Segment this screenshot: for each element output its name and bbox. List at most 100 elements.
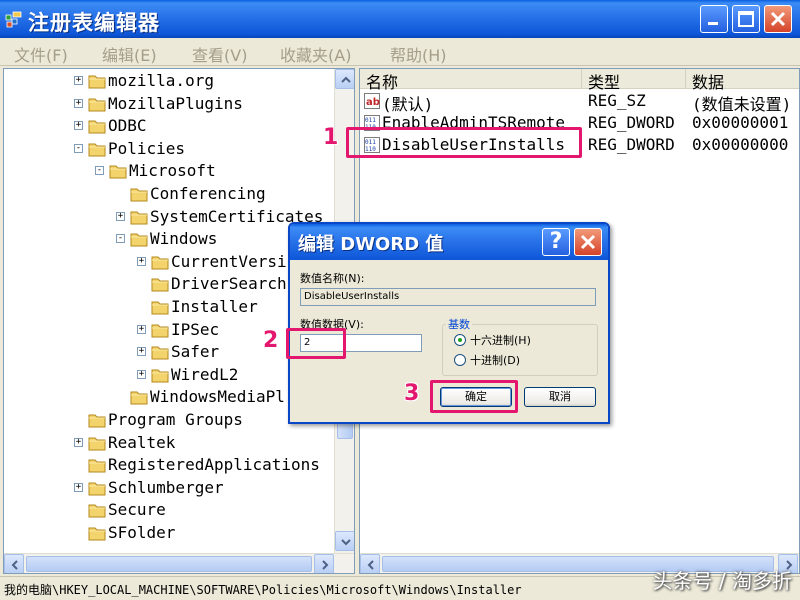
tree-node-label: mozilla.org: [108, 71, 214, 90]
help-icon: ?: [549, 229, 563, 254]
expand-node-icon[interactable]: +: [74, 76, 83, 85]
watermark: 头条号 / 淘多折: [652, 569, 792, 593]
arrow-up-icon: [341, 76, 351, 83]
menu-edit[interactable]: 编辑(E): [102, 42, 157, 66]
folder-icon: [88, 143, 106, 157]
expand-node-icon[interactable]: +: [74, 482, 83, 492]
tree-node-label: SFolder: [108, 523, 176, 542]
folder-icon: [151, 324, 169, 338]
tree-scroll-down-button[interactable]: [335, 531, 354, 551]
decimal-radio-label[interactable]: 十进制(D): [470, 352, 520, 368]
expand-node-icon[interactable]: +: [116, 211, 125, 221]
decimal-radio[interactable]: [454, 354, 466, 366]
tree-node[interactable]: + Schlumberger: [74, 477, 354, 499]
base-group-title: 基数: [446, 316, 472, 332]
svg-text:ab: ab: [366, 97, 380, 108]
column-header-name[interactable]: 名称: [360, 69, 582, 92]
title-bar[interactable]: 注册表编辑器: [0, 0, 800, 38]
tree-scroll-up-button[interactable]: [335, 69, 354, 89]
folder-icon: [88, 437, 106, 451]
tree-node-label: Realtek: [108, 432, 176, 452]
expand-node-icon[interactable]: +: [137, 369, 146, 379]
folder-icon: [88, 482, 106, 496]
tree-hscroll-thumb[interactable]: [26, 556, 312, 572]
tree-node[interactable]: RegisteredApplications: [74, 454, 354, 476]
tree-node-label: Policies: [108, 138, 186, 158]
column-header-type[interactable]: 类型: [582, 69, 686, 92]
tree-node-label: IPSec: [171, 319, 220, 339]
value-type: REG_DWORD: [588, 135, 675, 154]
tree-node-label: Schlumberger: [108, 477, 224, 497]
menu-favorites[interactable]: 收藏夹(A): [280, 42, 351, 66]
hex-radio-label[interactable]: 十六进制(H): [470, 332, 531, 348]
tree-node[interactable]: + mozilla.org: [74, 70, 354, 92]
annotation-box-2: [286, 328, 346, 359]
value-name-field[interactable]: DisableUserInstalls: [300, 288, 596, 306]
dialog-title-bar[interactable]: 编辑 DWORD 值 ?: [290, 224, 608, 260]
dialog-close-button[interactable]: [574, 228, 602, 256]
expand-node-icon[interactable]: +: [74, 437, 83, 447]
arrow-left-icon: [367, 560, 374, 570]
tree-node-label: Program Groups: [108, 410, 243, 429]
maximize-icon: [738, 11, 754, 27]
tree-node[interactable]: - Policies: [74, 138, 354, 160]
close-button[interactable]: [764, 5, 792, 33]
values-scroll-left-button[interactable]: [360, 554, 380, 573]
regedit-app-icon: [5, 11, 22, 28]
tree-node[interactable]: SFolder: [74, 522, 354, 544]
folder-icon: [130, 211, 148, 225]
tree-node-label: Microsoft: [129, 161, 216, 181]
tree-node-label: Secure: [108, 500, 166, 520]
folder-icon: [130, 188, 148, 202]
folder-icon: [151, 369, 169, 383]
menu-view[interactable]: 查看(V): [192, 42, 247, 66]
menu-help[interactable]: 帮助(H): [390, 42, 447, 66]
values-list-header: 名称 类型 数据: [360, 69, 799, 92]
dialog-help-button[interactable]: ?: [542, 228, 570, 256]
folder-icon: [88, 75, 106, 89]
folder-icon: [88, 504, 106, 518]
maximize-button[interactable]: [732, 5, 760, 33]
annotation-box-3: [430, 380, 518, 413]
hex-radio[interactable]: [454, 334, 466, 346]
collapse-node-icon[interactable]: -: [74, 143, 83, 153]
tree-node[interactable]: + MozillaPlugins: [74, 93, 354, 115]
string-value-icon: ab: [364, 93, 380, 109]
column-header-data[interactable]: 数据: [686, 69, 799, 92]
collapse-node-icon[interactable]: -: [95, 166, 104, 176]
tree-scroll-left-button[interactable]: [4, 554, 24, 573]
value-row-default[interactable]: ab (默认) REG_SZ (数值未设置): [360, 90, 799, 114]
close-icon: [580, 234, 596, 250]
tree-scroll-right-button[interactable]: [314, 554, 334, 573]
annotation-number-3: 3: [404, 381, 420, 406]
folder-icon: [151, 278, 169, 292]
minimize-button[interactable]: [700, 5, 728, 33]
expand-node-icon[interactable]: +: [74, 98, 83, 108]
value-data: 0x00000001: [692, 113, 789, 132]
folder-icon: [88, 527, 106, 541]
folder-icon: [130, 233, 148, 247]
folder-icon: [109, 165, 127, 179]
folder-icon: [88, 120, 106, 134]
annotation-number-2: 2: [263, 328, 279, 353]
tree-node[interactable]: - Microsoft: [95, 160, 354, 182]
folder-icon: [151, 301, 169, 315]
window-title: 注册表编辑器: [28, 11, 160, 35]
tree-node-label: CurrentVersi: [171, 251, 287, 271]
menu-file[interactable]: 文件(F): [14, 42, 68, 66]
expand-node-icon[interactable]: +: [137, 347, 146, 357]
minimize-icon: [708, 22, 718, 25]
expand-node-icon[interactable]: +: [74, 121, 83, 131]
expand-node-icon[interactable]: +: [137, 324, 146, 334]
tree-node-label: Safer: [171, 342, 220, 362]
tree-node[interactable]: Secure: [74, 499, 354, 521]
collapse-node-icon[interactable]: -: [116, 234, 125, 244]
tree-node[interactable]: + Realtek: [74, 432, 354, 454]
tree-horizontal-scrollbar[interactable]: [4, 553, 354, 573]
cancel-button[interactable]: 取消: [524, 387, 596, 407]
tree-node[interactable]: + ODBC: [74, 115, 354, 137]
expand-node-icon[interactable]: +: [137, 256, 146, 266]
tree-node[interactable]: Conferencing: [116, 183, 354, 205]
folder-icon: [151, 346, 169, 360]
tree-node-label: MozillaPlugins: [108, 93, 243, 113]
